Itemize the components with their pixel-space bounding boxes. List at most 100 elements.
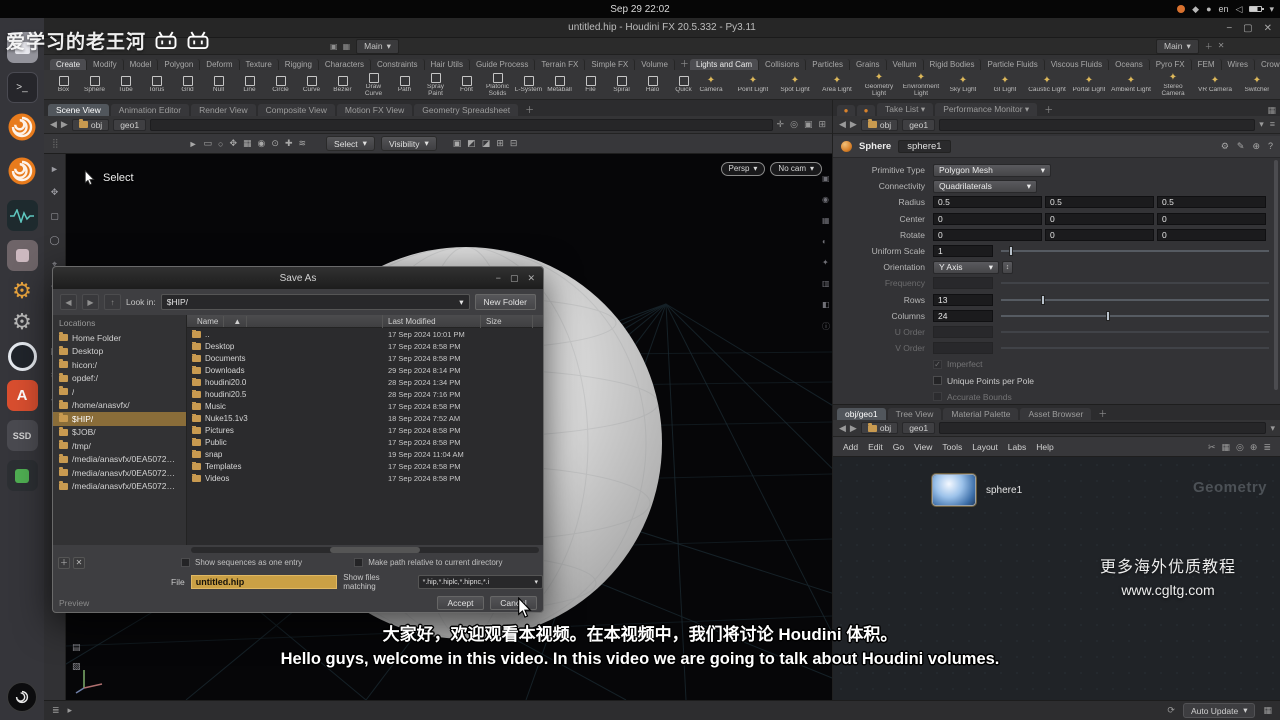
shelf-light-tool[interactable]: ✦ Environment Light [900, 70, 942, 100]
box-icon[interactable]: ▢ [50, 211, 59, 222]
add-icon[interactable]: ⊕ [1252, 141, 1260, 152]
view-pin-icon[interactable]: ◉ [822, 195, 830, 204]
menu-item[interactable]: Edit [868, 442, 883, 452]
new-folder-button[interactable]: New Folder [474, 294, 536, 310]
desktop-main-menu[interactable]: Main ▾ [356, 38, 399, 54]
desktop-main-menu-right[interactable]: Main ▾ [1156, 38, 1199, 54]
add-pane-tab-icon[interactable]: ＋ [1039, 103, 1058, 116]
audio-app-icon[interactable] [6, 200, 38, 231]
shelf-tab[interactable]: Volume [635, 59, 675, 70]
list-icon[interactable]: ≡ [1270, 119, 1275, 130]
shelf-tool[interactable]: Spray Paint [420, 70, 451, 100]
language-indicator[interactable]: en [1219, 4, 1229, 14]
pane-tab[interactable]: Scene View [48, 104, 109, 116]
lighting-icon[interactable]: ◪ [482, 138, 491, 149]
sync-icon[interactable]: ⟳ [1167, 705, 1175, 716]
shelf-tab[interactable]: Pyro FX [1149, 59, 1192, 70]
grid-icon[interactable]: ▦ [1222, 442, 1231, 453]
add-pane-tab-icon[interactable]: ＋ [1093, 407, 1112, 420]
shelf-light-tool[interactable]: ✦ GI Light [984, 70, 1026, 100]
shelf-tool[interactable]: Metaball [544, 70, 575, 100]
sphere-node[interactable]: sphere1 [933, 475, 1022, 505]
utility-app-icon[interactable] [6, 240, 38, 271]
persp-badge[interactable]: Persp ▾ [720, 162, 766, 176]
shelf-tab[interactable]: Vellum [886, 59, 924, 70]
uniform-scale-input[interactable]: 1 [933, 245, 993, 258]
box-select-icon[interactable]: ▭ [204, 138, 213, 149]
shelf-light-tool[interactable]: ✦ Geometry Light [858, 70, 900, 100]
shade-mode-icon[interactable]: ▣ [453, 138, 462, 149]
circle-icon[interactable]: ◯ [49, 235, 59, 246]
sphere-node-thumbnail[interactable] [933, 475, 975, 505]
menu-item[interactable]: Add [843, 442, 858, 452]
shelf-light-tool[interactable]: ✦ Stereo Camera [1152, 70, 1194, 100]
center-z-input[interactable]: 0 [1157, 212, 1266, 225]
close-button[interactable]: ✕ [527, 273, 535, 284]
imperfect-checkbox[interactable]: ✓ [933, 359, 942, 369]
shelf-light-tool[interactable]: ✦ Point Light [732, 70, 774, 100]
file-row[interactable]: Nuke15.1v3 18 Sep 2024 7:52 AM [187, 412, 543, 424]
add-pane-tab-icon[interactable]: ＋ [520, 103, 539, 116]
auto-update-dropdown[interactable]: Auto Update ▾ [1182, 703, 1256, 718]
connectivity-select[interactable]: Quadrilaterals ▾ [933, 179, 1037, 193]
shelf-tab[interactable]: Wires [1221, 59, 1255, 70]
location-item[interactable]: /tmp/ [53, 439, 186, 453]
file-row[interactable]: Templates 17 Sep 2024 8:58 PM [187, 460, 543, 472]
pane-tab[interactable]: obj/geo1 [837, 408, 886, 420]
back-icon[interactable]: ◀ [839, 119, 846, 130]
shelf-tool[interactable]: Null [203, 70, 234, 100]
shelf-light-tool[interactable]: ✦ VR Camera [1194, 70, 1236, 100]
shelf-tool[interactable]: Grid [172, 70, 203, 100]
horizontal-scrollbar[interactable] [191, 547, 539, 553]
window-titlebar[interactable]: untitled.hip - Houdini FX 20.5.332 - Py3… [44, 18, 1280, 38]
list-icon[interactable]: ≣ [52, 705, 60, 716]
location-item[interactable]: Desktop [53, 345, 186, 359]
shelf-tab[interactable]: Model [123, 59, 159, 70]
sphere-pane-tab-icon[interactable]: ● [837, 105, 855, 116]
shelf-tab[interactable]: Particles [806, 59, 850, 70]
grid-icon[interactable]: ▦ [1263, 705, 1272, 716]
accept-button[interactable]: Accept [437, 596, 484, 610]
radius-x-input[interactable]: 0.5 [933, 196, 1042, 209]
radius-z-input[interactable]: 0.5 [1157, 196, 1266, 209]
center-x-input[interactable]: 0 [933, 212, 1042, 225]
rotate-y-input[interactable]: 0 [1045, 228, 1154, 241]
obs-app-icon[interactable] [7, 342, 37, 371]
pane-tab[interactable]: Render View [191, 104, 256, 116]
location-item[interactable]: /media/anasvfx/0EA5072C0EA [53, 480, 186, 494]
shelf-light-tool[interactable]: ✦ Caustic Light [1026, 70, 1068, 100]
back-icon[interactable]: ◀ [50, 119, 57, 130]
point-snap-icon[interactable]: ◉ [258, 138, 266, 149]
battery-icon[interactable] [1249, 6, 1265, 12]
columns-slider[interactable] [1001, 310, 1269, 322]
file-row[interactable]: Music 17 Sep 2024 8:58 PM [187, 400, 543, 412]
rows-input[interactable]: 13 [933, 293, 993, 306]
chevron-down-icon[interactable]: ▾ [1270, 423, 1275, 434]
ruler-icon[interactable]: ▥ [822, 279, 830, 288]
shelf-tab[interactable]: Modify [87, 59, 124, 70]
wireframe-icon[interactable]: ◩ [467, 138, 476, 149]
desktop-icon[interactable]: ▣ [330, 42, 338, 51]
columns-input[interactable]: 24 [933, 309, 993, 322]
show-sequences-checkbox[interactable] [181, 558, 190, 567]
shelf-tool[interactable]: File [575, 70, 606, 100]
shelf-tool[interactable]: Halo [637, 70, 668, 100]
shelf-tool[interactable]: Sphere [79, 70, 110, 100]
gear-icon[interactable]: ⚙ [1221, 141, 1229, 152]
radius-y-input[interactable]: 0.5 [1045, 196, 1154, 209]
chevron-down-icon[interactable]: ▾ [1259, 119, 1264, 130]
file-row[interactable]: Documents 17 Sep 2024 8:58 PM [187, 352, 543, 364]
zoom-icon[interactable]: ◎ [1236, 442, 1244, 453]
shelf-tool[interactable]: Platonic Solids [482, 70, 513, 100]
shelf-light-tool[interactable]: ✦ Spot Light [774, 70, 816, 100]
camera-badge[interactable]: No cam ▾ [770, 162, 822, 176]
spinner-icon[interactable]: ↕ [1002, 260, 1013, 274]
shelf-tab[interactable]: Crowds [1254, 59, 1280, 70]
dialog-titlebar[interactable]: Save As − ▢ ✕ [53, 267, 543, 289]
forward-icon[interactable]: ▶ [850, 119, 857, 130]
edge-snap-icon[interactable]: ⊙ [271, 138, 279, 149]
location-item[interactable]: $HIP/ [53, 412, 186, 426]
location-item[interactable]: Home Folder [53, 331, 186, 345]
target-icon[interactable]: ◎ [790, 119, 798, 130]
shelf-light-tool[interactable]: ✦ Sky Light [942, 70, 984, 100]
